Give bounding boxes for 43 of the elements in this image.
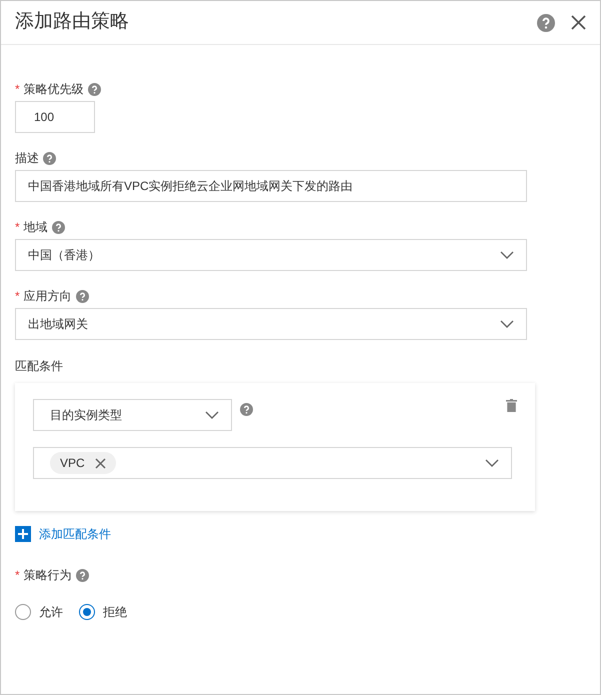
text-field[interactable]: 100	[15, 101, 95, 133]
required-mark: *	[15, 288, 20, 305]
field-label: 匹配条件	[15, 358, 63, 374]
close-icon[interactable]	[571, 15, 586, 30]
required-mark: *	[15, 567, 20, 584]
trash-icon[interactable]	[506, 399, 517, 412]
field-label: 策略优先级	[24, 81, 84, 97]
chevron-down-icon	[485, 459, 499, 467]
chevron-down-icon	[500, 251, 514, 259]
radio-option[interactable]: 允许	[15, 603, 63, 621]
field-label: 应用方向	[24, 288, 72, 304]
help-icon[interactable]	[76, 568, 89, 582]
help-icon[interactable]	[76, 290, 89, 302]
help-icon[interactable]	[537, 14, 555, 32]
option-label: 允许	[39, 604, 63, 621]
select-value: 出地域网关	[28, 316, 88, 333]
help-icon[interactable]	[88, 82, 101, 96]
field-label: 策略行为	[24, 567, 72, 583]
select-value: 目的实例类型	[50, 407, 122, 424]
select-value: 中国（香港）	[28, 247, 100, 264]
required-mark: *	[15, 81, 20, 98]
option-label: 拒绝	[103, 604, 127, 621]
plus-icon[interactable]	[15, 526, 31, 542]
radio-button[interactable]	[15, 604, 31, 620]
text-field[interactable]: 中国香港地域所有VPC实例拒绝云企业网地域网关下发的路由	[15, 170, 527, 202]
dropdown-select[interactable]: 目的实例类型	[33, 399, 232, 431]
help-icon[interactable]	[43, 152, 56, 164]
dropdown-select[interactable]: 出地域网关	[15, 308, 527, 340]
help-icon[interactable]	[52, 220, 65, 234]
field-label: 地域	[24, 219, 48, 235]
remove-icon[interactable]	[94, 458, 106, 468]
required-mark: *	[15, 219, 20, 236]
tag-label: VPC	[60, 455, 85, 472]
chevron-down-icon	[500, 320, 514, 328]
dialog-title: 添加路由策略	[15, 10, 129, 34]
radio-option[interactable]: 拒绝	[79, 603, 127, 621]
add-condition-link[interactable]: 添加匹配条件	[39, 525, 111, 543]
radio-button[interactable]	[79, 604, 95, 620]
dropdown-select[interactable]: 中国（香港）	[15, 239, 527, 271]
chevron-down-icon	[205, 411, 219, 419]
help-icon[interactable]	[240, 403, 253, 416]
multi-select[interactable]: VPC	[33, 447, 512, 479]
field-label: 描述	[15, 150, 39, 166]
